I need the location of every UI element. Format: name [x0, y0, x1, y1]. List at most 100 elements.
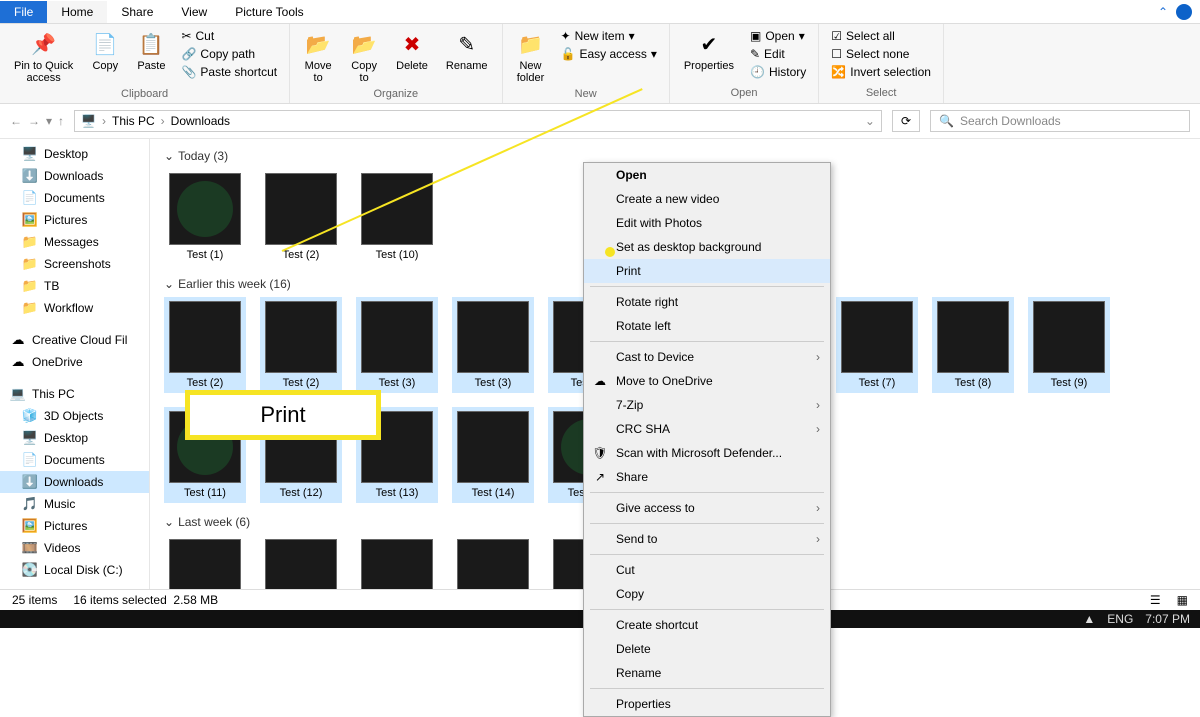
select-none-button[interactable]: ☐ Select none: [829, 46, 933, 62]
sidebar-item-creative-cloud-fil[interactable]: ☁Creative Cloud Fil: [0, 329, 149, 351]
tab-file[interactable]: File: [0, 1, 47, 23]
recent-locations-icon[interactable]: ▾: [46, 114, 52, 128]
file-item[interactable]: Test (4): [164, 535, 246, 589]
menu-item-create-a-new-video[interactable]: Create a new video: [584, 187, 830, 211]
history-button[interactable]: 🕘 History: [748, 64, 808, 80]
sidebar-item-documents[interactable]: 📄Documents: [0, 449, 149, 471]
refresh-button[interactable]: ⟳: [892, 110, 920, 132]
tray-icon[interactable]: ▲: [1083, 612, 1095, 626]
rename-button[interactable]: ✎Rename: [442, 28, 492, 74]
file-item[interactable]: Test (2): [260, 297, 342, 393]
group-header[interactable]: ⌄ Today (3): [164, 149, 1186, 163]
copy-to-button[interactable]: 📂Copy to: [346, 28, 382, 86]
chevron-down-icon: ⌄: [164, 515, 174, 529]
search-input[interactable]: 🔍 Search Downloads: [930, 110, 1190, 132]
menu-item-create-shortcut[interactable]: Create shortcut: [584, 613, 830, 637]
sidebar-item-videos[interactable]: 🎞️Videos: [0, 537, 149, 559]
breadcrumb[interactable]: 🖥️ › This PC › Downloads ⌄: [74, 110, 882, 132]
sidebar-item-local-disk-c-[interactable]: 💽Local Disk (C:): [0, 559, 149, 581]
menu-item-cast-to-device[interactable]: Cast to Device: [584, 345, 830, 369]
file-item[interactable]: Test (3): [452, 297, 534, 393]
sidebar-item-screenshots[interactable]: 📁Screenshots: [0, 253, 149, 275]
sidebar-item-downloads[interactable]: ⬇️Downloads: [0, 471, 149, 493]
sidebar-item-music[interactable]: 🎵Music: [0, 493, 149, 515]
pin-quick-access-button[interactable]: 📌Pin to Quick access: [10, 28, 77, 86]
file-item[interactable]: Test (14): [452, 407, 534, 503]
tab-share[interactable]: Share: [107, 1, 167, 23]
edit-button[interactable]: ✎ Edit: [748, 46, 808, 62]
copy-button[interactable]: 📄Copy: [87, 28, 123, 74]
view-thumbnails-icon[interactable]: ▦: [1177, 593, 1188, 607]
menu-item-crc-sha[interactable]: CRC SHA: [584, 417, 830, 441]
sidebar-item-this-pc[interactable]: 💻This PC: [0, 383, 149, 405]
easy-access-button[interactable]: 🔓 Easy access ▾: [559, 46, 659, 62]
new-folder-button[interactable]: 📁New folder: [513, 28, 549, 86]
sidebar-item-documents[interactable]: 📄Documents: [0, 187, 149, 209]
delete-button[interactable]: ✖Delete: [392, 28, 432, 74]
file-item[interactable]: Test (1): [164, 169, 246, 265]
sidebar-item-onedrive[interactable]: ☁OneDrive: [0, 351, 149, 373]
menu-item-give-access-to[interactable]: Give access to: [584, 496, 830, 520]
file-item[interactable]: Test (2): [164, 297, 246, 393]
copy-path-button[interactable]: 🔗 Copy path: [179, 46, 279, 62]
file-item[interactable]: Test (9): [1028, 297, 1110, 393]
forward-button[interactable]: →: [28, 114, 40, 128]
menu-item-scan-with-microsoft-defender-[interactable]: 🛡Scan with Microsoft Defender...: [584, 441, 830, 465]
menu-item-delete[interactable]: Delete: [584, 637, 830, 661]
sidebar-item-messages[interactable]: 📁Messages: [0, 231, 149, 253]
new-item-button[interactable]: ✦ New item ▾: [559, 28, 659, 44]
file-item[interactable]: Test (7): [836, 297, 918, 393]
menu-item-label: Set as desktop background: [616, 240, 761, 254]
sidebar-item-3d-objects[interactable]: 🧊3D Objects: [0, 405, 149, 427]
breadcrumb-root[interactable]: This PC: [112, 114, 155, 128]
select-all-button[interactable]: ☑ Select all: [829, 28, 933, 44]
invert-selection-button[interactable]: 🔀 Invert selection: [829, 64, 933, 80]
breadcrumb-folder[interactable]: Downloads: [171, 114, 230, 128]
menu-item-open[interactable]: Open: [584, 163, 830, 187]
tab-picture-tools[interactable]: Picture Tools: [221, 1, 317, 23]
menu-item-7-zip[interactable]: 7-Zip: [584, 393, 830, 417]
menu-item-move-to-onedrive[interactable]: ☁Move to OneDrive: [584, 369, 830, 393]
menu-item-print[interactable]: Print: [584, 259, 830, 283]
up-button[interactable]: ↑: [58, 114, 64, 128]
file-item[interactable]: Test (6): [356, 535, 438, 589]
sidebar-item-desktop[interactable]: 🖥️Desktop: [0, 143, 149, 165]
view-details-icon[interactable]: ☰: [1150, 593, 1161, 607]
menu-item-rename[interactable]: Rename: [584, 661, 830, 685]
paste-shortcut-button[interactable]: 📎 Paste shortcut: [179, 64, 279, 80]
paste-button[interactable]: 📋Paste: [133, 28, 169, 74]
move-to-button[interactable]: 📂Move to: [300, 28, 336, 86]
language-indicator[interactable]: ENG: [1107, 612, 1133, 626]
tab-view[interactable]: View: [167, 1, 221, 23]
menu-item-set-as-desktop-background[interactable]: Set as desktop background: [584, 235, 830, 259]
sidebar-item-tb[interactable]: 📁TB: [0, 275, 149, 297]
sidebar-item-workflow[interactable]: 📁Workflow: [0, 297, 149, 319]
help-icon[interactable]: [1176, 4, 1192, 20]
sidebar-item-pictures[interactable]: 🖼️Pictures: [0, 209, 149, 231]
back-button[interactable]: ←: [10, 114, 22, 128]
file-item[interactable]: Test (2): [260, 169, 342, 265]
file-item[interactable]: Test (5): [260, 535, 342, 589]
minimize-ribbon-icon[interactable]: ⌃: [1158, 5, 1168, 19]
sidebar-item-desktop[interactable]: 🖥️Desktop: [0, 427, 149, 449]
menu-item-share[interactable]: ↗Share: [584, 465, 830, 489]
menu-item-edit-with-photos[interactable]: Edit with Photos: [584, 211, 830, 235]
sidebar-item-downloads[interactable]: ⬇️Downloads: [0, 165, 149, 187]
menu-item-send-to[interactable]: Send to: [584, 527, 830, 551]
menu-item-rotate-left[interactable]: Rotate left: [584, 314, 830, 338]
menu-item-properties[interactable]: Properties: [584, 692, 830, 716]
file-item[interactable]: Test (10): [356, 169, 438, 265]
menu-item-copy[interactable]: Copy: [584, 582, 830, 606]
menu-item-rotate-right[interactable]: Rotate right: [584, 290, 830, 314]
sidebar-item-pictures[interactable]: 🖼️Pictures: [0, 515, 149, 537]
tab-home[interactable]: Home: [47, 1, 107, 23]
open-button[interactable]: ▣ Open ▾: [748, 28, 808, 44]
file-item[interactable]: Test (8): [932, 297, 1014, 393]
file-item[interactable]: Test (3): [356, 297, 438, 393]
properties-button[interactable]: ✔Properties: [680, 28, 738, 74]
menu-item-cut[interactable]: Cut: [584, 558, 830, 582]
clock[interactable]: 7:07 PM: [1145, 612, 1190, 626]
dropdown-icon[interactable]: ⌄: [865, 114, 875, 128]
cut-button[interactable]: ✂ Cut: [179, 28, 279, 44]
file-item[interactable]: Test (7): [452, 535, 534, 589]
